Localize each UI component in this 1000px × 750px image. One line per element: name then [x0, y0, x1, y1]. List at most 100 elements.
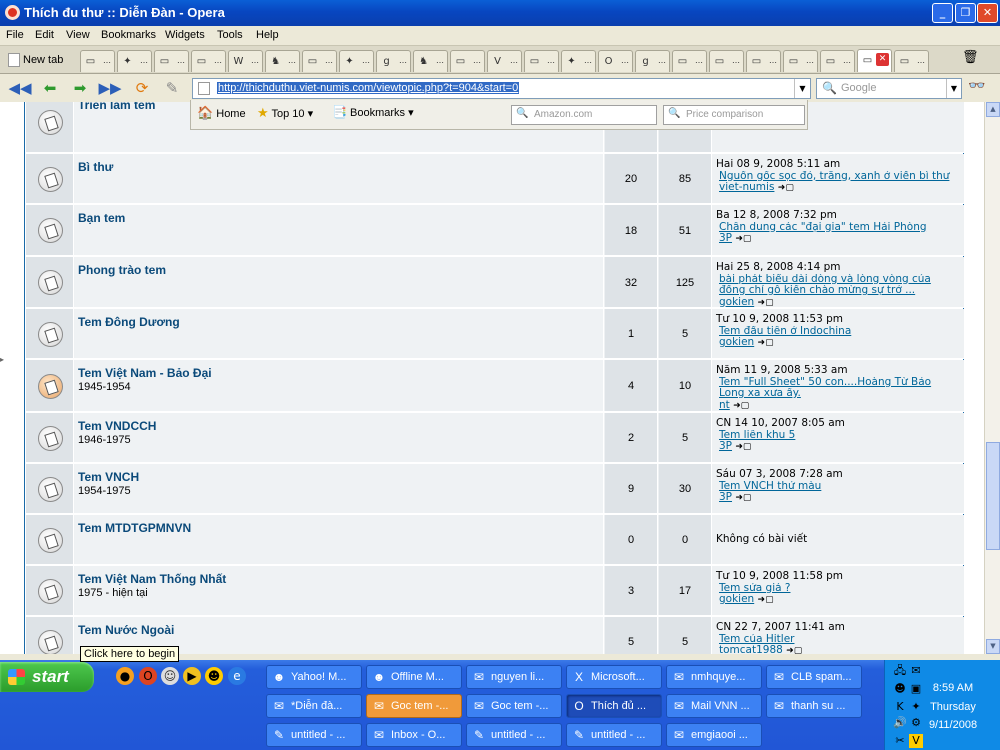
- taskbar-button[interactable]: X Microsoft...: [566, 665, 662, 689]
- scroll-thumb[interactable]: [986, 442, 1000, 550]
- tab-item[interactable]: ▭…: [672, 50, 707, 72]
- chevron-down-icon[interactable]: ▼: [946, 79, 961, 98]
- taskbar-button[interactable]: ✎ untitled - ...: [466, 723, 562, 747]
- forum-title-link[interactable]: Tem Việt Nam Thống Nhất: [78, 572, 226, 586]
- menu-edit[interactable]: Edit: [35, 29, 54, 41]
- speaker-icon[interactable]: 🔊: [893, 716, 907, 730]
- price-search[interactable]: 🔍 Price comparison: [663, 105, 805, 125]
- menu-tools[interactable]: Tools: [217, 29, 243, 41]
- fast-forward-icon[interactable]: ▶▶: [98, 78, 122, 98]
- tab-item[interactable]: ✦…: [339, 50, 374, 72]
- kaspersky-icon[interactable]: K: [893, 700, 907, 714]
- vietkey-icon[interactable]: V: [909, 734, 923, 748]
- tab-item[interactable]: g…: [376, 50, 411, 72]
- forum-title-link[interactable]: Tem VNDCCH: [78, 419, 156, 433]
- taskbar-button[interactable]: ✎ untitled - ...: [266, 723, 362, 747]
- edit-icon[interactable]: ✎: [160, 78, 184, 98]
- taskbar-button[interactable]: ✉ *Diễn đà...: [266, 694, 362, 718]
- panel-handle-icon[interactable]: ▸: [0, 355, 4, 367]
- network-icon[interactable]: 🖧: [893, 664, 907, 678]
- taskbar-button[interactable]: O Thích đủ ...: [566, 694, 662, 718]
- maximize-button[interactable]: ❐: [955, 3, 976, 23]
- internet-explorer-icon[interactable]: e: [228, 667, 246, 685]
- media-player-icon[interactable]: ▶: [183, 667, 201, 685]
- tab-item[interactable]: ▭…: [820, 50, 855, 72]
- forum-title-link[interactable]: Tem Đông Dương: [78, 315, 180, 329]
- taskbar-button[interactable]: ✉ Mail VNN ...: [666, 694, 762, 718]
- last-post-title-link[interactable]: đồng chí gỗ kiến chào mừng sự trở ...: [719, 285, 961, 297]
- menu-bookmarks[interactable]: Bookmarks: [101, 29, 156, 41]
- menu-view[interactable]: View: [66, 29, 90, 41]
- tab-item[interactable]: ▭…: [709, 50, 744, 72]
- taskbar-button[interactable]: ✉ CLB spam...: [766, 665, 862, 689]
- mail-icon[interactable]: ✉: [909, 664, 923, 678]
- amazon-search[interactable]: 🔍 Amazon.com: [511, 105, 657, 125]
- last-post-title-link[interactable]: Tem "Full Sheet" 50 con....Hoàng Từ Bảo: [719, 377, 961, 389]
- tab-item[interactable]: ▭…: [191, 50, 226, 72]
- view-latest-post-icon[interactable]: ➜▢: [733, 401, 749, 413]
- scroll-down-icon[interactable]: ▼: [986, 639, 1000, 654]
- forum-title-link[interactable]: Bạn tem: [78, 211, 125, 225]
- tab-item[interactable]: ▭…✕: [857, 49, 892, 72]
- trash-icon[interactable]: 🗑: [962, 50, 980, 70]
- clock-time[interactable]: 8:59 AM: [907, 682, 999, 694]
- reload-icon[interactable]: ⟳: [130, 78, 154, 98]
- tab-item[interactable]: ♞…: [413, 50, 448, 72]
- tab-item[interactable]: ✦…: [117, 50, 152, 72]
- home-link[interactable]: 🏠 Home: [197, 105, 246, 121]
- back-icon[interactable]: ⬅: [38, 78, 62, 98]
- taskbar-button[interactable]: ☻ Offline M...: [366, 665, 462, 689]
- address-url[interactable]: http://thichduthu.viet-numis.com/viewtop…: [217, 82, 520, 94]
- opera-icon[interactable]: O: [139, 667, 157, 685]
- last-post-user-link[interactable]: 3P: [719, 232, 732, 244]
- rewind-icon[interactable]: ◀◀: [8, 78, 32, 98]
- menu-help[interactable]: Help: [256, 29, 279, 41]
- tab-item[interactable]: ▭…: [154, 50, 189, 72]
- close-button[interactable]: ✕: [977, 3, 998, 23]
- firefox-icon[interactable]: ●: [116, 667, 134, 685]
- forum-title-link[interactable]: Tem MTDTGPMNVN: [78, 521, 191, 535]
- tab-item[interactable]: ▭…: [80, 50, 115, 72]
- minimize-button[interactable]: _: [932, 3, 953, 23]
- tab-item[interactable]: ✦…: [561, 50, 596, 72]
- tab-item[interactable]: ▭…: [783, 50, 818, 72]
- last-post-user-link[interactable]: nt: [719, 399, 730, 411]
- last-post-title-link[interactable]: Long xa xưa ấy.: [719, 388, 961, 400]
- tab-item[interactable]: ▭…: [302, 50, 337, 72]
- last-post-user-link[interactable]: tomcat1988: [719, 644, 783, 654]
- taskbar-button[interactable]: ✎ untitled - ...: [566, 723, 662, 747]
- forum-title-link[interactable]: Tem Việt Nam - Bảo Đại: [78, 366, 212, 380]
- last-post-user-link[interactable]: gokien: [719, 296, 754, 308]
- yahoo-icon[interactable]: ☻: [893, 682, 907, 696]
- taskbar-button[interactable]: ☻ Yahoo! M...: [266, 665, 362, 689]
- view-latest-post-icon[interactable]: ➜▢: [758, 595, 774, 607]
- bookmarks-link[interactable]: 📑 Bookmarks ▾: [332, 105, 414, 119]
- tab-item[interactable]: ▭…: [524, 50, 559, 72]
- vertical-scrollbar[interactable]: ▲ ▼: [984, 102, 1000, 654]
- last-post-user-link[interactable]: viet-numis: [719, 181, 774, 193]
- forum-title-link[interactable]: Tem Nước Ngoài: [78, 623, 174, 637]
- last-post-title-link[interactable]: Chân dung các "đại gia" tem Hải Phòng: [719, 222, 961, 234]
- taskbar-button[interactable]: ✉ Inbox - O...: [366, 723, 462, 747]
- view-latest-post-icon[interactable]: ➜▢: [758, 338, 774, 350]
- view-latest-post-icon[interactable]: ➜▢: [735, 442, 751, 454]
- address-bar[interactable]: http://thichduthu.viet-numis.com/viewtop…: [192, 78, 811, 99]
- tab-item[interactable]: O…: [598, 50, 633, 72]
- taskbar-button[interactable]: ✉ emgiaooi ...: [666, 723, 762, 747]
- tab-item[interactable]: V…: [487, 50, 522, 72]
- menu-file[interactable]: File: [6, 29, 24, 41]
- tool-icon[interactable]: ✂: [893, 734, 907, 748]
- close-tab-icon[interactable]: ✕: [876, 53, 889, 66]
- forum-title-link[interactable]: Triển lãm tem: [78, 102, 155, 112]
- taskbar-button[interactable]: ✉ nmhquye...: [666, 665, 762, 689]
- glasses-icon[interactable]: 👓: [968, 78, 985, 94]
- last-post-user-link[interactable]: 3P: [719, 491, 732, 503]
- search-field[interactable]: 🔍 Google ▼: [816, 78, 962, 99]
- last-post-user-link[interactable]: 3P: [719, 440, 732, 452]
- top10-link[interactable]: ★ Top 10 ▾: [257, 105, 313, 121]
- yahoo-messenger-icon[interactable]: ☻: [205, 667, 223, 685]
- last-post-user-link[interactable]: gokien: [719, 593, 754, 605]
- view-latest-post-icon[interactable]: ➜▢: [735, 234, 751, 246]
- forum-title-link[interactable]: Tem VNCH: [78, 470, 139, 484]
- view-latest-post-icon[interactable]: ➜▢: [778, 183, 794, 195]
